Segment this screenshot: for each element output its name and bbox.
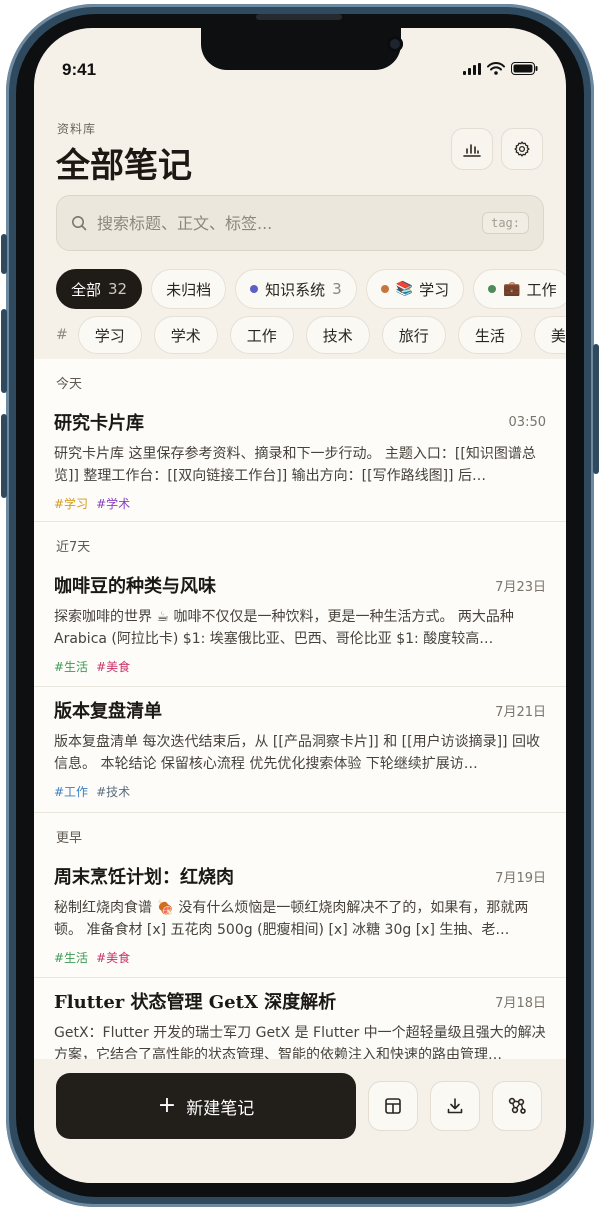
filter-label: 学习 (419, 280, 450, 299)
note-title: 周末烹饪计划：红烧肉 (54, 867, 234, 888)
status-icons (463, 62, 538, 75)
filter-knowledge-system[interactable]: 知识系统 3 (235, 269, 357, 309)
filter-all[interactable]: 全部 32 (56, 269, 143, 309)
note-date: 03:50 (508, 414, 546, 430)
tag-chip[interactable]: 生活 (457, 316, 522, 354)
folder-color-dot (488, 285, 497, 293)
app-screen: 9:41 资料库 全部笔记 搜索标题、正文、标签... tag: 全部 32 未… (34, 28, 566, 1183)
note-item[interactable]: 咖啡豆的种类与风味 7月23日 探索咖啡的世界 ☕ 咖啡不仅仅是一种饮料，更是一… (34, 562, 566, 687)
note-tag[interactable]: #学术 (96, 495, 130, 517)
note-title: 研究卡片库 (54, 413, 144, 434)
note-tag[interactable]: #工作 (54, 783, 88, 805)
filter-label: 知识系统 (265, 280, 326, 299)
note-preview: 探索咖啡的世界 ☕ 咖啡不仅仅是一种饮料，更是一种生活方式。 两大品种 Arab… (54, 609, 514, 647)
note-date: 7月23日 (495, 579, 546, 595)
gear-icon (514, 141, 530, 157)
filter-unarchived[interactable]: 未归档 (151, 269, 227, 309)
power-button (593, 344, 599, 474)
graph-view-button[interactable] (492, 1081, 542, 1131)
note-preview: 研究卡片库 这里保存参考资料、摘录和下一步行动。 主题入口：[[知识图谱总览]]… (54, 446, 536, 484)
filter-work[interactable]: 💼 工作 (473, 269, 566, 309)
note-tag[interactable]: #生活 (54, 658, 88, 680)
search-icon (72, 216, 87, 231)
battery-icon (511, 62, 538, 75)
note-item[interactable]: 版本复盘清单 7月21日 版本复盘清单 每次迭代结束后，从 [[产品洞察卡片]]… (34, 687, 566, 813)
notch (201, 28, 403, 70)
note-preview: 版本复盘清单 每次迭代结束后，从 [[产品洞察卡片]] 和 [[用户访谈摘录]]… (54, 734, 540, 772)
bar-chart-icon (463, 144, 481, 157)
search-bar[interactable]: tag: (56, 195, 544, 251)
note-tag[interactable]: #技术 (96, 783, 130, 805)
new-note-button[interactable]: + 新建笔记 (56, 1073, 356, 1139)
folder-color-dot (250, 285, 259, 293)
hash-icon: # (56, 327, 68, 343)
note-preview: 秘制红烧肉食谱 🍖 没有什么烦恼是一顿红烧肉解决不了的，如果有，那就两顿。 准备… (54, 900, 529, 938)
note-item[interactable]: Flutter 状态管理 GetX 深度解析 7月18日 GetX：Flutte… (34, 978, 566, 1059)
settings-button[interactable] (501, 128, 543, 170)
search-input[interactable] (97, 213, 483, 233)
status-time: 9:41 (62, 60, 97, 79)
wifi-icon (487, 62, 505, 75)
stats-button[interactable] (451, 128, 493, 170)
bottom-action-bar: + 新建笔记 (34, 1059, 566, 1183)
section-label-today: 今天 (56, 377, 83, 392)
tag-chip[interactable]: 技术 (305, 316, 370, 354)
filter-label: 全部 (71, 280, 102, 299)
graph-icon (508, 1097, 526, 1114)
layout-template-icon (385, 1098, 401, 1114)
books-icon: 📚 (395, 281, 414, 297)
note-item[interactable]: 研究卡片库 03:50 研究卡片库 这里保存参考资料、摘录和下一步行动。 主题入… (34, 399, 566, 522)
note-tag[interactable]: #美食 (96, 949, 130, 971)
note-date: 7月21日 (495, 704, 546, 720)
tag-chip[interactable]: 工作 (229, 316, 294, 354)
note-title: 版本复盘清单 (54, 701, 162, 722)
filter-label: 未归档 (166, 280, 212, 299)
tag-chip[interactable]: 美食 (533, 316, 566, 354)
folder-filter-row: 全部 32 未归档 知识系统 3 📚 学习 💼 工作 (56, 269, 566, 309)
note-title: Flutter 状态管理 GetX 深度解析 (54, 992, 337, 1013)
filter-count: 3 (332, 280, 342, 298)
tag-chip[interactable]: 学术 (153, 316, 218, 354)
note-tag[interactable]: #美食 (96, 658, 130, 680)
filter-label: 工作 (526, 280, 557, 299)
section-label-week: 近7天 (56, 540, 91, 555)
volume-up-button (1, 309, 7, 393)
tag-filter-row: # 学习 学术 工作 技术 旅行 生活 美食 (56, 316, 566, 354)
note-preview: GetX：Flutter 开发的瑞士军刀 GetX 是 Flutter 中一个超… (54, 1025, 546, 1059)
tag-chip[interactable]: 学习 (77, 316, 142, 354)
speaker-grille (256, 14, 342, 20)
plus-icon: + (157, 1093, 177, 1118)
note-date: 7月18日 (495, 995, 546, 1011)
folder-color-dot (380, 285, 389, 293)
import-button[interactable] (430, 1081, 480, 1131)
note-date: 7月19日 (495, 870, 546, 886)
briefcase-icon: 💼 (503, 281, 521, 297)
filter-count: 32 (108, 280, 128, 298)
section-label-earlier: 更早 (56, 831, 83, 846)
mute-switch (1, 234, 7, 274)
template-button[interactable] (368, 1081, 418, 1131)
new-note-label: 新建笔记 (186, 1098, 255, 1119)
tag-prefix-hint[interactable]: tag: (482, 212, 529, 234)
front-camera (387, 36, 403, 52)
signal-icon (463, 62, 481, 75)
library-eyebrow: 资料库 (57, 122, 97, 136)
filter-study[interactable]: 📚 学习 (365, 269, 465, 309)
note-item[interactable]: 周末烹饪计划：红烧肉 7月19日 秘制红烧肉食谱 🍖 没有什么烦恼是一顿红烧肉解… (34, 853, 566, 978)
download-icon (447, 1098, 463, 1114)
note-list[interactable]: 今天 研究卡片库 03:50 研究卡片库 这里保存参考资料、摘录和下一步行动。 … (34, 359, 566, 1059)
note-tag[interactable]: #生活 (54, 949, 88, 971)
note-title: 咖啡豆的种类与风味 (54, 576, 216, 597)
tag-chip[interactable]: 旅行 (381, 316, 446, 354)
note-tag[interactable]: #学习 (54, 495, 88, 517)
page-title: 全部笔记 (56, 146, 192, 186)
volume-down-button (1, 414, 7, 498)
